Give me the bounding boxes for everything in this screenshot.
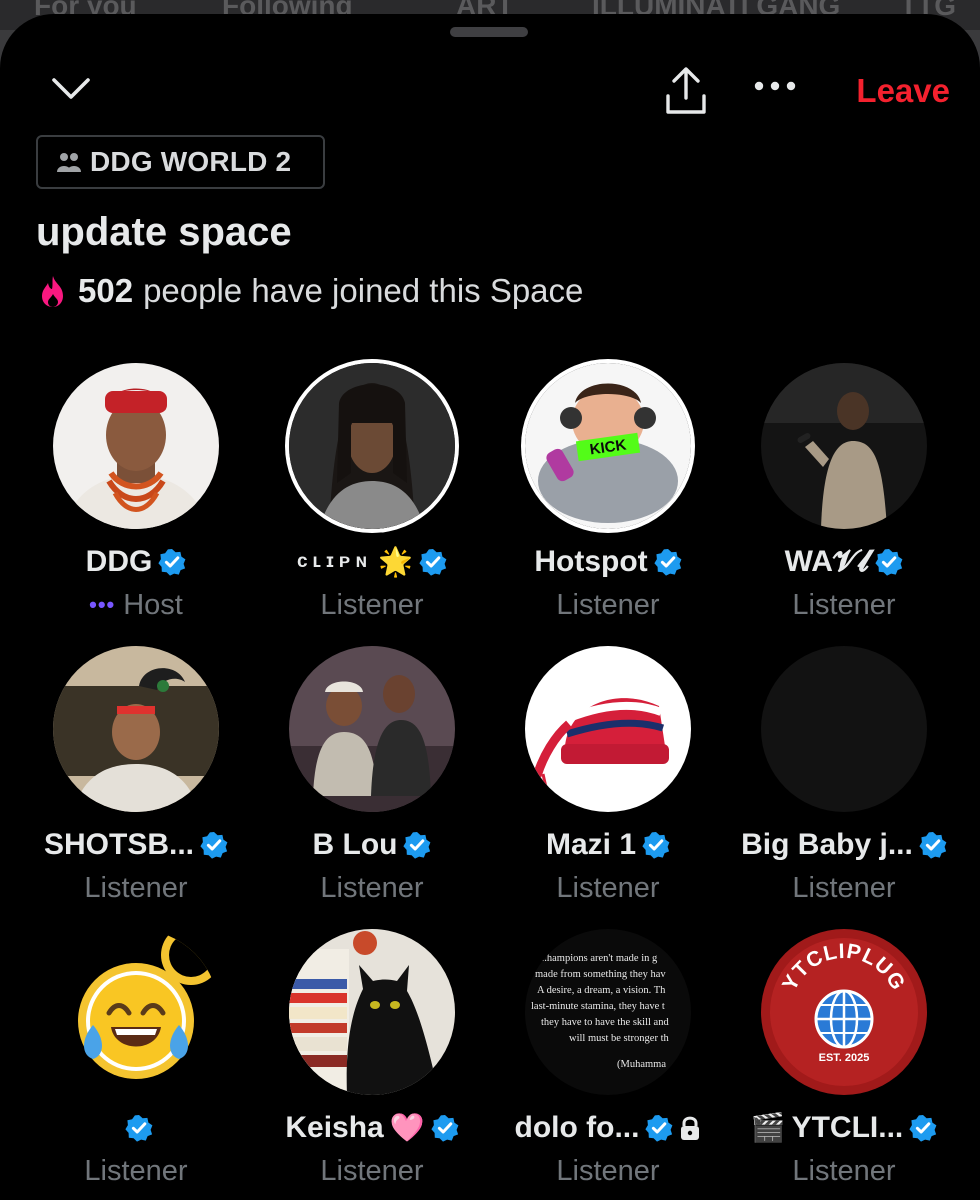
avatar xyxy=(289,646,455,812)
quote-line: made from something they hav xyxy=(535,969,666,980)
participant-tile[interactable]: DDG ••• Host xyxy=(18,357,254,640)
participant-grid: DDG ••• Host ᴄʟɪᴘɴ 🌟 Listener KICK Hotsp… xyxy=(18,357,962,1200)
participant-tile[interactable]: B Lou Listener xyxy=(254,640,490,923)
participant-role: Listener xyxy=(320,1154,424,1187)
participant-role: Listener xyxy=(84,1154,188,1187)
joined-count: 502 xyxy=(78,272,134,309)
verified-badge-icon xyxy=(200,832,228,859)
participant-role: Listener xyxy=(792,1154,896,1187)
avatar: YTCLIPLUG EST. 2025 xyxy=(761,929,927,1095)
quote-line: they have to have the skill and xyxy=(541,1017,669,1028)
participant-role: Listener xyxy=(792,871,896,904)
verified-badge-icon xyxy=(642,832,670,859)
clapper-board-emoji: 🎬 xyxy=(750,1112,786,1143)
verified-badge-icon xyxy=(419,549,447,576)
fire-icon xyxy=(42,276,63,307)
lock-icon xyxy=(681,1116,700,1140)
verified-badge-icon xyxy=(909,1115,937,1142)
participant-name: B Lou xyxy=(312,828,398,861)
participant-name: ᴄʟɪᴘɴ xyxy=(296,551,373,572)
avatar xyxy=(53,929,219,1095)
participant-role: Listener xyxy=(556,588,660,621)
verified-badge-icon xyxy=(403,832,431,859)
avatar xyxy=(289,929,455,1095)
participant-name: WA𝓥𝓵 xyxy=(784,545,870,578)
quote-line: (Muhamma xyxy=(617,1059,666,1070)
verified-badge-icon xyxy=(125,1115,153,1142)
participant-role: Listener xyxy=(84,871,188,904)
community-name: DDG WORLD 2 xyxy=(90,146,292,177)
participant-tile[interactable]: ...hampions aren't made in g made from s… xyxy=(490,923,726,1200)
participant-tile[interactable]: WA𝓥𝓵 Listener xyxy=(726,357,962,640)
quote-line: ...hampions aren't made in g xyxy=(539,953,658,964)
participant-tile[interactable]: Keisha 🩷 Listener xyxy=(254,923,490,1200)
sheet-grabber[interactable] xyxy=(450,27,528,37)
participant-name: SHOTSB... xyxy=(43,828,194,861)
pink-heart-emoji: 🩷 xyxy=(389,1112,425,1143)
avatar xyxy=(53,646,219,812)
star-emoji: 🌟 xyxy=(378,546,414,577)
verified-badge-icon xyxy=(654,549,682,576)
chevron-down-icon[interactable] xyxy=(50,70,92,106)
laughing-emoji-icon xyxy=(53,929,219,1095)
participant-tile[interactable]: Big Baby j... Listener xyxy=(726,640,962,923)
leave-button[interactable]: Leave xyxy=(820,66,950,116)
quote-line: will must be stronger th xyxy=(569,1033,669,1044)
participant-name: Hotspot xyxy=(534,545,648,578)
participant-name: DDG xyxy=(85,545,153,578)
participant-role: Listener xyxy=(792,588,896,621)
avatar: ...hampions aren't made in g made from s… xyxy=(525,929,691,1095)
participant-role: Listener xyxy=(556,871,660,904)
participant-role: Host xyxy=(123,588,183,621)
more-icon[interactable] xyxy=(751,76,799,96)
participant-tile[interactable]: Listener xyxy=(18,923,254,1200)
verified-badge-icon xyxy=(431,1115,459,1142)
participant-role: Listener xyxy=(556,1154,660,1187)
participant-role: Listener xyxy=(320,871,424,904)
participant-name: Big Baby j... xyxy=(741,828,913,861)
joined-summary: 502 people have joined this Space xyxy=(38,266,583,316)
participant-tile[interactable]: ᴄʟɪᴘɴ 🌟 Listener xyxy=(254,357,490,640)
space-title: update space xyxy=(36,210,292,254)
participant-tile[interactable]: YTCLIPLUG EST. 2025 🎬 YTCLI... Listener xyxy=(726,923,962,1200)
participant-name: Keisha xyxy=(285,1111,384,1144)
logo-est-text: EST. 2025 xyxy=(819,1052,870,1064)
verified-badge-icon xyxy=(158,549,186,576)
avatar xyxy=(761,646,927,812)
space-sheet: Leave DDG WORLD 2 update space 502 peopl… xyxy=(0,14,980,1200)
verified-badge-icon xyxy=(919,832,947,859)
participant-tile[interactable]: Mazi 1 Listener xyxy=(490,640,726,923)
speaking-indicator-icon: ••• xyxy=(89,592,116,617)
avatar: KICK xyxy=(525,363,691,529)
avatar xyxy=(53,363,219,529)
verified-badge-icon xyxy=(645,1115,673,1142)
participant-name: dolo fo... xyxy=(514,1111,640,1144)
participant-tile[interactable]: KICK Hotspot Listener xyxy=(490,357,726,640)
verified-badge-icon xyxy=(875,549,903,576)
avatar xyxy=(525,646,691,812)
joined-text: people have joined this Space xyxy=(143,272,584,309)
participant-role: Listener xyxy=(320,588,424,621)
quote-line: last-minute stamina, they have t xyxy=(531,1001,665,1012)
quote-line: A desire, a dream, a vision. Th xyxy=(537,985,666,996)
participant-name: Mazi 1 xyxy=(545,828,637,861)
community-chip[interactable]: DDG WORLD 2 xyxy=(36,135,325,189)
share-icon[interactable] xyxy=(662,64,710,120)
community-icon xyxy=(57,153,81,172)
participant-name: YTCLI... xyxy=(791,1111,904,1144)
participant-tile[interactable]: SHOTSB... Listener xyxy=(18,640,254,923)
avatar xyxy=(761,363,927,529)
avatar xyxy=(289,363,455,529)
